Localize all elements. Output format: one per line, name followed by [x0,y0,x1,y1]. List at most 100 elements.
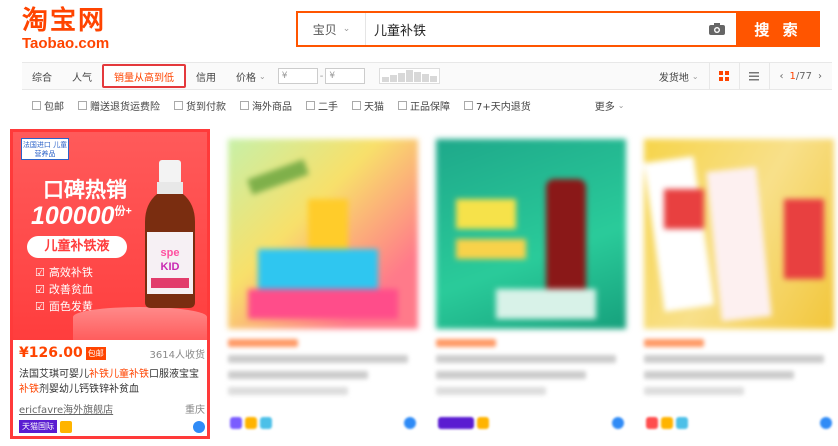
title-part: 剂婴幼儿钙铁锌补贫血 [39,384,139,395]
blurred-badges [230,417,416,429]
checkbox-icon [464,100,473,110]
promo-benefit: 高效补铁 [35,264,93,281]
blurred-text [644,339,834,403]
product-image[interactable] [644,139,834,329]
filter-return-insurance[interactable]: 赠送退货运费险 [78,98,160,113]
filter-label: 海外商品 [252,101,292,113]
badge-row: 天猫国际 [19,420,205,433]
filter-label: 赠送退货运费险 [90,101,160,113]
checkbox-icon [352,100,361,110]
chevron-down-icon: ⌄ [342,24,351,34]
page-indicator: 1/77 [790,71,812,82]
more-filters-button[interactable]: 更多 ⌄ [595,98,625,113]
product-price: ¥126.00 [19,345,83,361]
checkbox-icon [240,100,249,110]
title-part: 口服液宝宝 [149,369,199,380]
ship-from-label: 发货地 [658,72,689,84]
blurred-badges [646,417,832,429]
checkbox-icon [78,100,87,110]
feature-filter-row: 包邮 赠送退货运费险 货到付款 海外商品 二手 天猫 正品保障 7+天内退货 更… [22,95,832,115]
filter-label: 正品保障 [410,101,450,113]
search-input[interactable] [366,13,698,45]
shop-row: ericfavre海外旗舰店 重庆 [19,401,205,416]
sort-filter-bar: 综合 人气 销量从高到低 信用 价格 ⌄ ¥ - ¥ 发货地 ⌄ ‹ 1/77 … [22,62,832,90]
search-bar: 宝贝 ⌄ 搜 索 [296,11,820,47]
logo-en-text: Taobao.com [22,35,110,52]
filter-label: 7+天内退货 [476,101,531,113]
product-image[interactable]: 法国进口 儿童营养品 口碑热销 100000份+ 儿童补铁液 高效补铁 改善贫血… [13,132,207,340]
price-max-input[interactable]: ¥ [325,68,366,84]
ship-from-dropdown[interactable]: 发货地 ⌄ [649,63,709,89]
product-image[interactable] [228,139,418,329]
title-keyword: 补铁儿童补铁 [89,369,149,380]
camera-icon[interactable] [698,13,736,45]
search-button[interactable]: 搜 索 [736,11,820,47]
gold-seller-icon[interactable] [60,420,72,433]
filter-label: 包邮 [44,101,64,113]
svg-text:spe: spe [161,247,180,259]
promo-benefits: 高效补铁 改善贫血 面色发黄 [35,264,93,315]
checkbox-icon [174,100,183,110]
chevron-down-icon: ⌄ [617,100,625,110]
taobao-logo[interactable]: 淘宝网 Taobao.com [22,6,142,56]
promo-headline: 口碑热销 [43,178,127,202]
filter-overseas[interactable]: 海外商品 [240,98,292,113]
product-title[interactable]: 法国艾琪可婴儿补铁儿童补铁口服液宝宝补铁剂婴幼儿钙铁锌补贫血 [19,367,205,397]
checkbox-icon [32,100,41,110]
chevron-down-icon: ⌄ [259,71,266,81]
shop-location: 重庆 [185,405,205,416]
promo-number: 100000份+ [31,202,132,231]
product-card-blurred[interactable] [228,139,418,439]
checkbox-icon [398,100,407,110]
price-distribution-chart[interactable] [379,68,441,84]
filter-genuine[interactable]: 正品保障 [398,98,450,113]
sort-tab-sales-desc[interactable]: 销量从高到低 [102,64,186,88]
promo-stage [73,307,207,340]
svg-text:KID: KID [161,261,180,273]
aliwangwang-icon[interactable] [193,420,205,433]
filter-label: 天猫 [364,101,384,113]
promo-benefit: 改善贫血 [35,281,93,298]
price-row: ¥126.00 包邮 3614人收货 [19,344,205,362]
sort-tab-price[interactable]: 价格 ⌄ [226,63,276,89]
title-part: 法国艾琪可婴儿 [19,369,89,380]
free-shipping-badge: 包邮 [85,346,106,360]
product-card[interactable]: 法国进口 儿童营养品 口碑热销 100000份+ 儿童补铁液 高效补铁 改善贫血… [10,129,210,439]
filter-free-shipping[interactable]: 包邮 [32,98,64,113]
sort-tab-credit[interactable]: 信用 [186,63,226,89]
filter-secondhand[interactable]: 二手 [306,98,338,113]
chevron-down-icon: ⌄ [691,71,699,81]
blurred-text [436,339,626,403]
filter-tmall[interactable]: 天猫 [352,98,384,113]
more-label: 更多 [594,101,615,113]
tmall-global-badge[interactable]: 天猫国际 [19,420,57,433]
logo-cn-text: 淘宝网 [22,6,107,36]
title-keyword: 补铁 [19,384,39,395]
price-min-input[interactable]: ¥ [277,68,318,84]
list-view-icon[interactable] [738,63,769,89]
checkbox-icon [306,100,315,110]
promo-pill: 儿童补铁液 [27,236,127,258]
sort-tab-popularity[interactable]: 人气 [62,63,102,89]
product-card-blurred[interactable] [436,139,626,439]
blurred-text [228,339,418,403]
promo-number-suffix: 份+ [114,205,132,218]
mini-pager: ‹ 1/77 › [768,63,832,89]
page-total: /77 [795,70,812,82]
sort-tab-price-label: 价格 [236,72,256,84]
chevron-right-icon[interactable]: › [818,71,822,82]
grid-view-icon[interactable] [708,63,739,89]
blurred-badges [438,417,624,429]
filter-cod[interactable]: 货到付款 [174,98,226,113]
search-category-dropdown[interactable]: 宝贝 ⌄ [298,13,366,45]
promo-number-value: 100000 [31,202,115,230]
product-image[interactable] [436,139,626,329]
product-card-blurred[interactable] [644,139,834,439]
promo-import-tag: 法国进口 儿童营养品 [21,138,69,160]
search-category-label: 宝贝 [312,22,337,37]
filter-label: 二手 [318,101,338,113]
shop-link[interactable]: ericfavre海外旗舰店 [19,401,113,416]
sort-tab-comprehensive[interactable]: 综合 [22,63,62,89]
chevron-left-icon[interactable]: ‹ [780,71,784,82]
filter-7day-return[interactable]: 7+天内退货 [464,98,531,113]
